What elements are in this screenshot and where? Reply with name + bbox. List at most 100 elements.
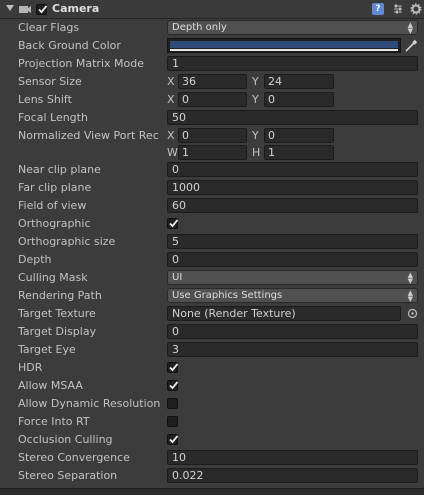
sensor-size-x-input[interactable]: 36 <box>178 74 247 89</box>
camera-icon <box>19 6 31 13</box>
allow-msaa-label: Allow MSAA <box>18 379 83 392</box>
dropdown-arrows-icon: ▲ ▼ <box>407 289 413 303</box>
orthographic-label: Orthographic <box>18 217 91 230</box>
rendering-path-label: Rendering Path <box>18 289 102 302</box>
row-viewport-rect-wh: W 1 H 1 <box>0 144 424 162</box>
clear-flags-label: Clear Flags <box>18 21 80 34</box>
orthographic-checkbox[interactable] <box>167 218 179 229</box>
sensor-size-y-input[interactable]: 24 <box>264 74 334 89</box>
far-clip-input[interactable]: 1000 <box>167 180 418 195</box>
target-eye-input[interactable]: 3 <box>167 342 418 357</box>
row-target-texture: Target Texture None (Render Texture) <box>0 305 424 323</box>
checkmark-icon <box>169 381 179 390</box>
checkmark-icon <box>38 5 48 14</box>
row-projection-matrix-mode: Projection Matrix Mode 1 <box>0 55 424 73</box>
viewport-h-input[interactable]: 1 <box>264 145 334 160</box>
row-orthographic-size: Orthographic size 5 <box>0 233 424 251</box>
rendering-path-dropdown[interactable]: Use Graphics Settings ▲ ▼ <box>167 288 418 303</box>
target-texture-label: Target Texture <box>18 307 96 320</box>
component-title: Camera <box>52 2 100 15</box>
occlusion-culling-label: Occlusion Culling <box>18 433 113 446</box>
component-header: Camera ? <box>0 0 424 19</box>
foldout-arrow-icon[interactable] <box>6 5 14 11</box>
clear-flags-value: Depth only <box>172 22 227 33</box>
background-color-field[interactable] <box>167 38 401 53</box>
row-clear-flags: Clear Flags Depth only ▲ ▼ <box>0 19 424 37</box>
focal-length-label: Focal Length <box>18 111 88 124</box>
stereo-separation-input[interactable]: 0.022 <box>167 468 418 483</box>
sensor-size-label: Sensor Size <box>18 75 82 88</box>
viewport-rect-label: Normalized View Port Rec <box>18 129 159 142</box>
viewport-y-input[interactable]: 0 <box>264 128 334 143</box>
field-of-view-label: Field of view <box>18 199 87 212</box>
allow-dynamic-resolution-label: Allow Dynamic Resolution <box>18 397 161 410</box>
viewport-w-label: W <box>167 146 178 159</box>
target-eye-label: Target Eye <box>18 343 76 356</box>
object-picker-icon[interactable] <box>407 308 418 319</box>
dropdown-arrows-icon: ▲ ▼ <box>407 21 413 35</box>
row-rendering-path: Rendering Path Use Graphics Settings ▲ ▼ <box>0 287 424 305</box>
row-occlusion-culling: Occlusion Culling <box>0 431 424 449</box>
stereo-separation-label: Stereo Separation <box>18 469 118 482</box>
dropdown-arrows-icon: ▲ ▼ <box>407 271 413 285</box>
culling-mask-dropdown[interactable]: UI ▲ ▼ <box>167 270 418 285</box>
row-lens-shift: Lens Shift X 0 Y 0 <box>0 91 424 109</box>
target-texture-field[interactable]: None (Render Texture) <box>167 306 401 321</box>
row-viewport-rect: Normalized View Port Rec X 0 Y 0 <box>0 127 424 145</box>
component-enabled-checkbox[interactable] <box>36 4 48 15</box>
color-swatch <box>170 41 398 48</box>
clear-flags-dropdown[interactable]: Depth only ▲ ▼ <box>167 20 418 35</box>
allow-dynamic-resolution-checkbox[interactable] <box>167 398 178 409</box>
gear-icon[interactable] <box>410 3 422 15</box>
lens-shift-label: Lens Shift <box>18 93 72 106</box>
hdr-checkbox[interactable] <box>167 362 179 373</box>
row-sensor-size: Sensor Size X 36 Y 24 <box>0 73 424 91</box>
force-into-rt-checkbox[interactable] <box>167 416 178 427</box>
orthographic-size-input[interactable]: 5 <box>167 234 418 249</box>
target-display-input[interactable]: 0 <box>167 324 418 339</box>
eyedropper-icon[interactable] <box>404 39 418 53</box>
hdr-label: HDR <box>18 361 43 374</box>
checkmark-icon <box>169 363 179 372</box>
lens-shift-y-label: Y <box>252 93 259 106</box>
row-hdr: HDR <box>0 359 424 377</box>
stereo-convergence-label: Stereo Convergence <box>18 451 130 464</box>
row-near-clip: Near clip plane 0 <box>0 161 424 179</box>
target-display-label: Target Display <box>18 325 97 338</box>
lens-shift-x-label: X <box>167 93 175 106</box>
depth-label: Depth <box>18 253 52 266</box>
viewport-x-input[interactable]: 0 <box>178 128 247 143</box>
near-clip-input[interactable]: 0 <box>167 162 418 177</box>
rendering-path-value: Use Graphics Settings <box>172 290 283 301</box>
lens-shift-y-input[interactable]: 0 <box>264 92 334 107</box>
viewport-x-label: X <box>167 129 175 142</box>
near-clip-label: Near clip plane <box>18 163 101 176</box>
row-stereo-convergence: Stereo Convergence 10 <box>0 449 424 467</box>
row-depth: Depth 0 <box>0 251 424 269</box>
row-orthographic: Orthographic <box>0 215 424 233</box>
orthographic-size-label: Orthographic size <box>18 235 116 248</box>
sensor-size-x-label: X <box>167 75 175 88</box>
row-target-display: Target Display 0 <box>0 323 424 341</box>
preset-sliders-icon[interactable] <box>392 3 404 15</box>
row-field-of-view: Field of view 60 <box>0 197 424 215</box>
viewport-w-input[interactable]: 1 <box>178 145 247 160</box>
row-force-into-rt: Force Into RT <box>0 413 424 431</box>
checkmark-icon <box>169 435 179 444</box>
depth-input[interactable]: 0 <box>167 252 418 267</box>
viewport-h-label: H <box>252 146 261 159</box>
allow-msaa-checkbox[interactable] <box>167 380 179 391</box>
viewport-y-label: Y <box>252 129 259 142</box>
occlusion-culling-checkbox[interactable] <box>167 434 179 445</box>
lens-shift-x-input[interactable]: 0 <box>178 92 247 107</box>
projection-matrix-mode-input[interactable]: 1 <box>167 56 418 71</box>
stereo-convergence-input[interactable]: 10 <box>167 450 418 465</box>
row-allow-dynamic-resolution: Allow Dynamic Resolution <box>0 395 424 413</box>
focal-length-input[interactable]: 50 <box>167 110 418 125</box>
field-of-view-input[interactable]: 60 <box>167 198 418 213</box>
help-icon[interactable]: ? <box>372 3 384 15</box>
row-allow-msaa: Allow MSAA <box>0 377 424 395</box>
row-culling-mask: Culling Mask UI ▲ ▼ <box>0 269 424 287</box>
row-far-clip: Far clip plane 1000 <box>0 179 424 197</box>
culling-mask-value: UI <box>172 272 183 283</box>
